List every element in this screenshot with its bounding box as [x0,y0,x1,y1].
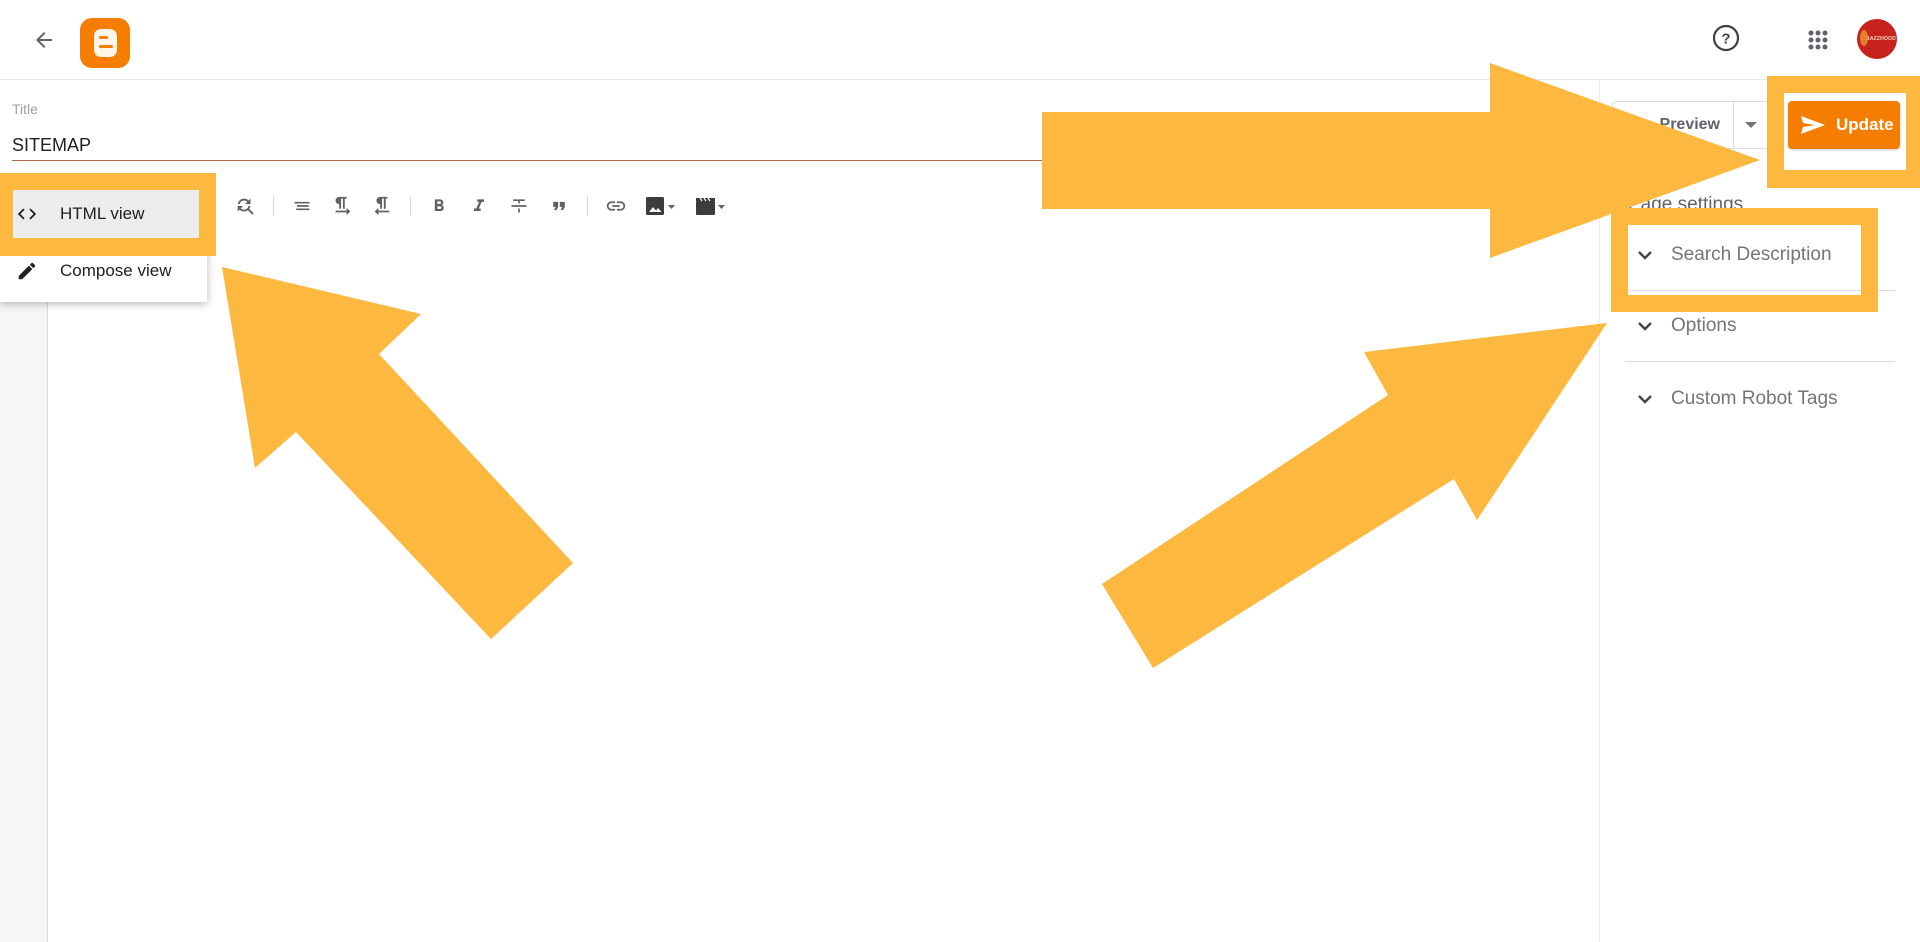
editor-mode-menu: HTML view Compose view [0,178,207,302]
menu-item-compose-view[interactable]: Compose view [0,247,207,295]
align-button[interactable] [282,190,322,222]
menu-item-label: HTML view [60,204,145,223]
help-button[interactable]: ? [1710,22,1742,54]
title-label: Title [12,101,38,117]
settings-search-description[interactable]: Search Description [1625,220,1895,291]
chevron-down-icon [1625,394,1665,404]
find-replace-icon [237,198,254,215]
blogger-logo[interactable] [80,18,130,68]
chevron-down-icon [1625,250,1665,260]
accordion-label: Search Description [1671,244,1832,265]
video-icon [696,197,725,215]
quote-button[interactable] [539,190,579,222]
rtl-button[interactable] [362,190,402,222]
editor-content-area[interactable] [49,240,1599,942]
update-label: Update [1836,115,1894,134]
update-button[interactable]: Update [1788,101,1900,149]
accordion-label: Custom Robot Tags [1671,387,1838,409]
link-icon [606,201,626,211]
insert-video-button[interactable] [686,190,736,222]
paragraph-ltr-icon [335,196,351,216]
menu-item-label: Compose view [60,261,172,280]
settings-custom-robot-tags[interactable]: Custom Robot Tags [1625,363,1895,434]
preview-options-button[interactable] [1733,101,1769,149]
avatar-emblem-icon [1860,30,1868,46]
toolbar-separator [587,196,588,216]
quote-icon [553,201,565,211]
strikethrough-button[interactable] [499,190,539,222]
align-icon [294,201,310,211]
image-icon [646,197,675,215]
menu-item-html-view[interactable]: HTML view [0,190,207,238]
caret-down-icon [1745,122,1757,128]
paragraph-rtl-icon [374,196,390,216]
send-icon [1800,115,1826,135]
chevron-down-icon [1625,321,1665,331]
account-avatar[interactable]: BAZZHOOD [1857,19,1897,59]
code-brackets-icon [0,203,60,225]
insert-image-button[interactable] [636,190,686,222]
apps-grid-icon [1808,30,1828,50]
italic-button[interactable] [459,190,499,222]
ltr-button[interactable] [322,190,362,222]
svg-text:?: ? [1721,31,1730,48]
back-button[interactable] [28,24,60,56]
bold-icon [434,199,444,211]
accordion-label: Options [1671,315,1737,336]
preview-label: Preview [1659,116,1720,133]
settings-options[interactable]: Options [1625,291,1895,362]
italic-icon [474,199,484,211]
google-apps-button[interactable] [1802,24,1834,56]
arrow-left-icon [36,32,52,48]
strikethrough-icon [511,199,527,213]
editor-toolbar [225,190,736,222]
blogger-b-icon [94,29,117,57]
pencil-icon [0,260,60,282]
toolbar-separator [410,196,411,216]
app-header: ? BAZZHOOD [0,0,1920,80]
help-circle-icon: ? [1712,24,1740,52]
find-replace-button[interactable] [225,190,265,222]
bold-button[interactable] [419,190,459,222]
page-settings-heading: Page settings [1628,194,1744,215]
link-button[interactable] [596,190,636,222]
toolbar-separator [273,196,274,216]
avatar-text: BAZZHOOD [1866,36,1896,42]
preview-button[interactable]: Preview [1612,101,1734,149]
title-input[interactable] [12,130,1050,161]
